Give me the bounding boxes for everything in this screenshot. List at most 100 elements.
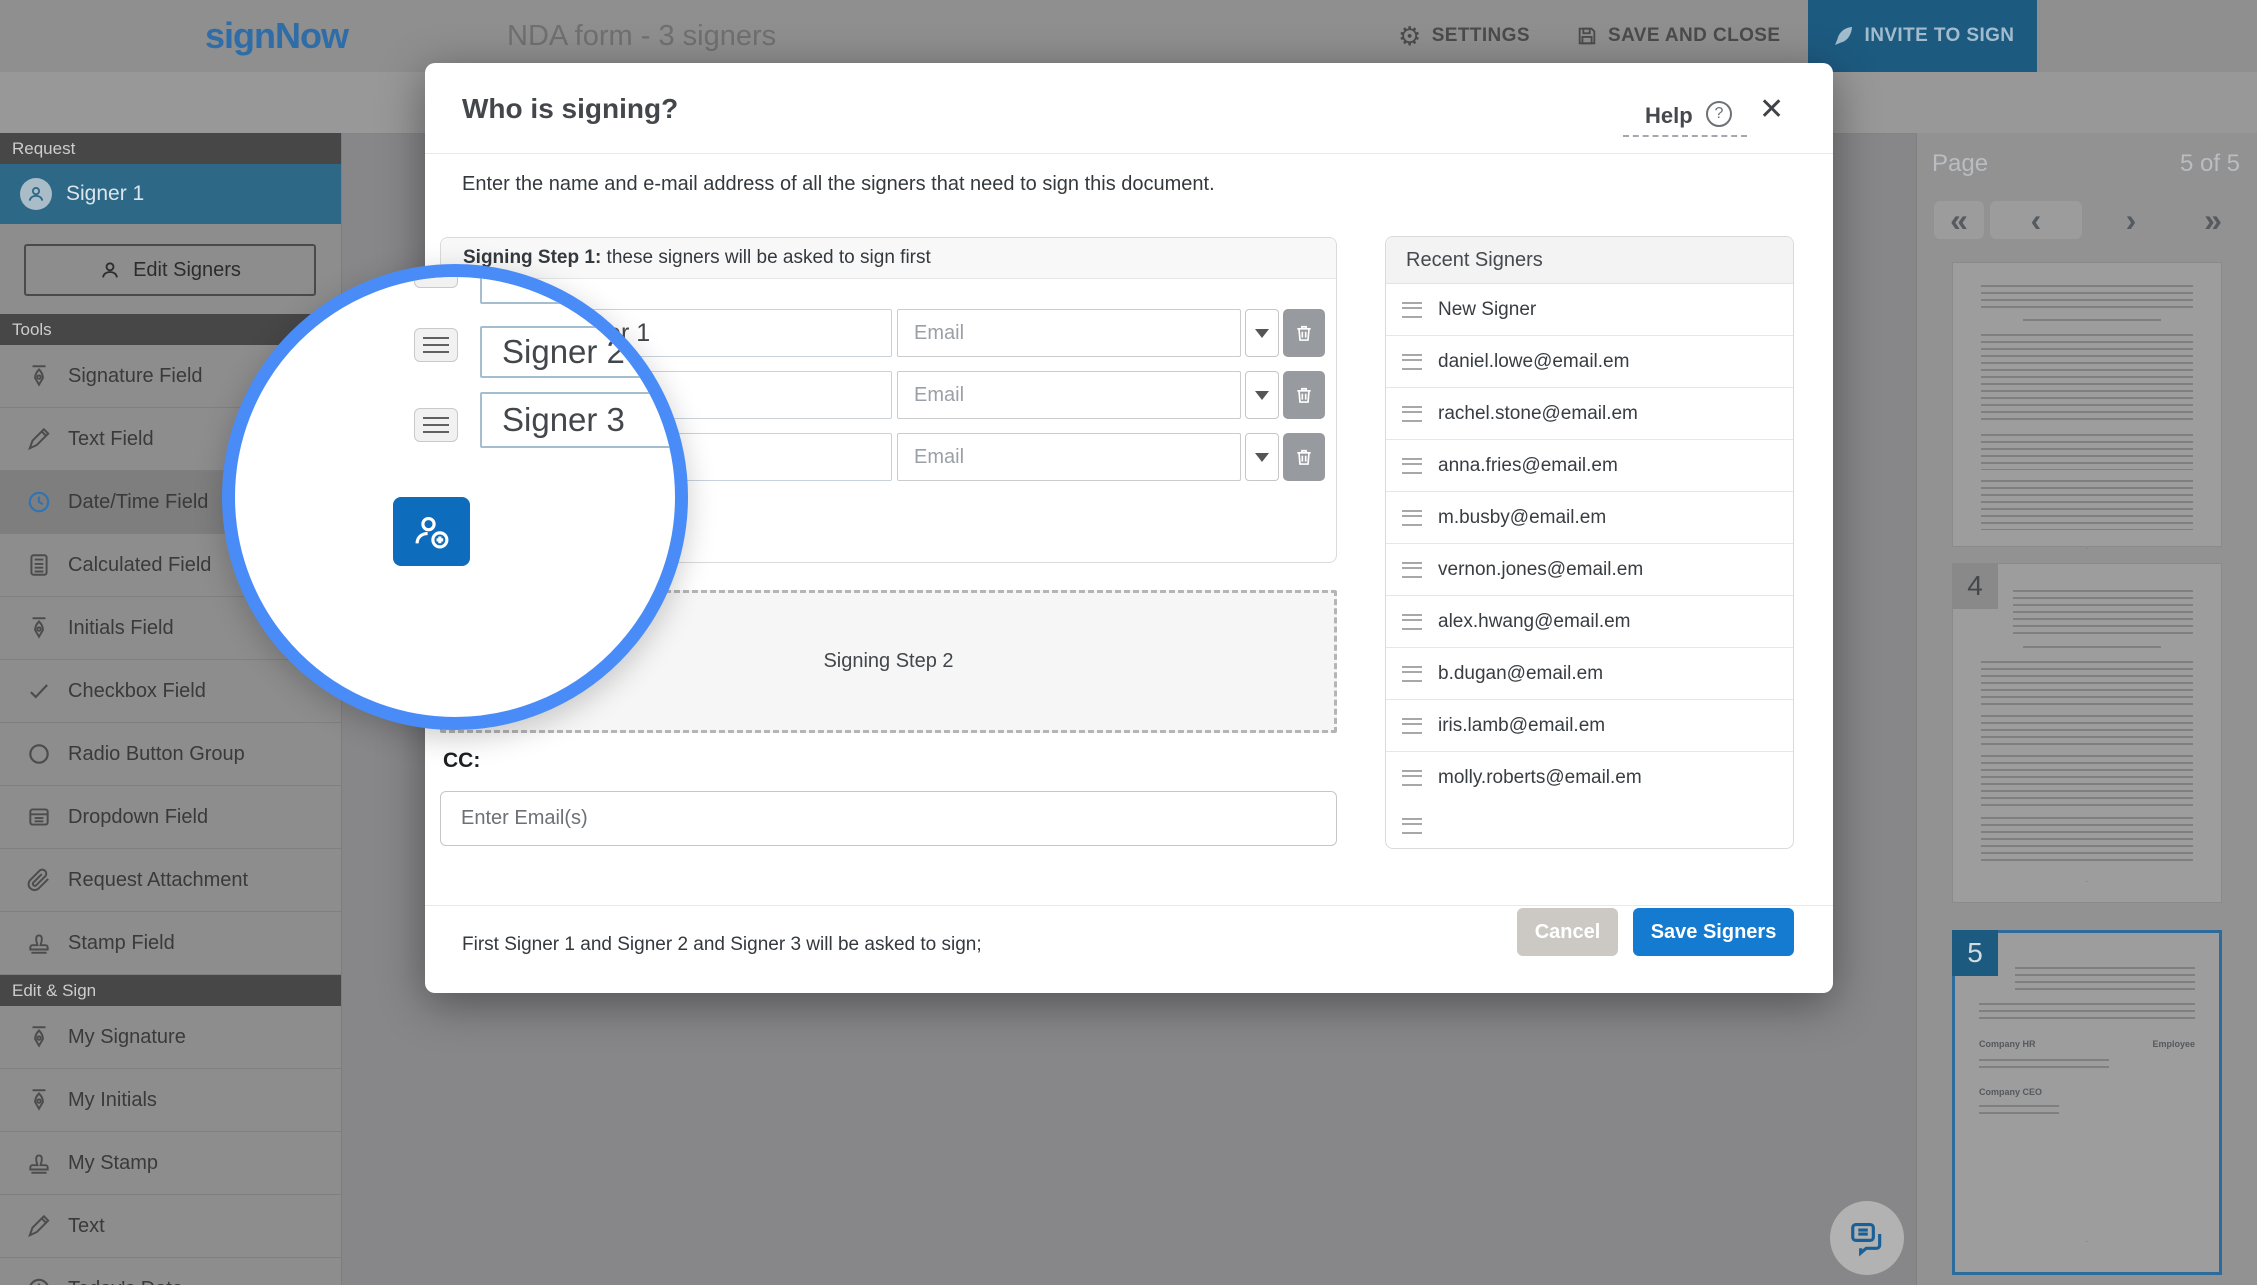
check-icon	[26, 678, 52, 704]
app: signNow NDA form - 3 signers ⚙ SETTINGS …	[0, 0, 2257, 1285]
delete-signer-button[interactable]	[1283, 433, 1325, 481]
cc-label: CC:	[443, 749, 481, 772]
trash-icon	[1297, 449, 1311, 465]
quill-icon	[1831, 24, 1855, 48]
drag-handle-icon	[414, 277, 458, 288]
edit-signers-button[interactable]: Edit Signers	[24, 244, 316, 296]
drag-handle-icon	[1402, 561, 1422, 578]
cc-email-input[interactable]: Enter Email(s)	[440, 791, 1337, 846]
recent-signer-item[interactable]: iris.lamb@email.em	[1386, 700, 1793, 752]
section-request: Request	[0, 133, 341, 164]
page-number-badge: 5	[1952, 930, 1998, 976]
sidebar-item-my-signature[interactable]: My Signature	[0, 1006, 341, 1069]
stamp-icon	[26, 1150, 52, 1176]
email-dropdown-button[interactable]	[1245, 309, 1279, 357]
next-page-button[interactable]: ›	[2106, 201, 2156, 239]
nib-icon	[26, 363, 52, 389]
help-link[interactable]: Help	[1645, 103, 1693, 129]
recent-signer-item[interactable]: vernon.jones@email.em	[1386, 544, 1793, 596]
save-and-close-button[interactable]: SAVE AND CLOSE	[1576, 0, 1780, 72]
signnow-logo: signNow	[205, 15, 349, 56]
drag-handle-icon	[1402, 353, 1422, 370]
email-dropdown-button[interactable]	[1245, 371, 1279, 419]
sidebar-item-text[interactable]: Text	[0, 1195, 341, 1258]
pencil-icon	[26, 426, 52, 452]
feedback-chat-button[interactable]	[1830, 1201, 1904, 1275]
invite-to-sign-button[interactable]: INVITE TO SIGN	[1808, 0, 2037, 72]
footer-divider	[425, 905, 1833, 906]
delete-signer-button[interactable]	[1283, 309, 1325, 357]
help-question-icon[interactable]: ?	[1706, 101, 1732, 127]
thumb-label: Company HR	[1979, 1039, 2036, 1049]
first-page-button[interactable]: «	[1934, 201, 1984, 239]
recent-signer-item[interactable]: daniel.lowe@email.em	[1386, 336, 1793, 388]
save-signers-button[interactable]: Save Signers	[1633, 908, 1794, 956]
dialog-title: Who is signing?	[462, 93, 679, 124]
recent-signer-item[interactable]: anna.fries@email.em	[1386, 440, 1793, 492]
previous-page-button[interactable]: ‹	[1990, 201, 2082, 239]
add-signer-button[interactable]	[393, 497, 470, 566]
signer-email-input[interactable]: Email	[897, 433, 1241, 481]
recent-signer-item[interactable]: alex.hwang@email.em	[1386, 596, 1793, 648]
recent-signer-item[interactable]: rachel.stone@email.em	[1386, 388, 1793, 440]
sidebar-item-stamp-field[interactable]: Stamp Field	[0, 912, 341, 975]
close-icon[interactable]: ✕	[1759, 95, 1784, 125]
delete-signer-button[interactable]	[1283, 371, 1325, 419]
drag-handle-icon	[1402, 301, 1422, 318]
magnifier-loupe: Signer 2 1 Signer 3	[222, 264, 688, 730]
recent-signer-item[interactable]: b.dugan@email.em	[1386, 648, 1793, 700]
clock-icon	[26, 1276, 52, 1285]
recent-signers-panel: Recent Signers New Signer daniel.lowe@ema…	[1385, 236, 1794, 849]
magnified-signer-3-field: Signer 3	[480, 392, 675, 448]
cancel-button[interactable]: Cancel	[1517, 908, 1618, 956]
settings-button[interactable]: ⚙ SETTINGS	[1398, 0, 1530, 72]
signer-email-input[interactable]: Email	[897, 309, 1241, 357]
clock-icon	[26, 489, 52, 515]
last-page-button[interactable]: »	[2186, 201, 2240, 239]
nib-icon	[26, 615, 52, 641]
clip-icon	[26, 867, 52, 893]
sidebar-item-checkbox-field[interactable]: Checkbox Field	[0, 660, 341, 723]
page-number-badge: 4	[1952, 563, 1998, 609]
recent-signer-item[interactable]: New Signer	[1386, 284, 1793, 336]
left-sidebar: Request Signer 1 Edit Signers Tools Sign…	[0, 133, 342, 1285]
drag-handle-icon	[1402, 665, 1422, 682]
pencil-icon	[26, 1213, 52, 1239]
nib-icon	[26, 1087, 52, 1113]
page-thumbnail-5-selected[interactable]: 5 Company HR Employee Company CEO ·	[1952, 930, 2222, 1275]
recent-signers-title: Recent Signers	[1386, 237, 1793, 284]
dropdown-icon	[26, 804, 52, 830]
drag-handle-icon	[414, 408, 458, 442]
page-thumbnail-3[interactable]: ·	[1952, 262, 2222, 553]
page-label: Page	[1932, 150, 1989, 177]
drag-handle-icon	[1402, 717, 1422, 734]
sidebar-item-request-attachment[interactable]: Request Attachment	[0, 849, 341, 912]
sidebar-item-dropdown-field[interactable]: Dropdown Field	[0, 786, 341, 849]
chevron-down-icon	[1255, 390, 1269, 400]
drag-handle-icon	[1402, 818, 1422, 834]
drag-handle-icon	[414, 328, 458, 362]
sidebar-item-radio-button-group[interactable]: Radio Button Group	[0, 723, 341, 786]
chevron-down-icon	[1255, 452, 1269, 462]
sidebar-item-today-s-date[interactable]: Today's Date	[0, 1258, 341, 1285]
section-edit-and-sign: Edit & Sign	[0, 975, 341, 1006]
sidebar-item-my-initials[interactable]: My Initials	[0, 1069, 341, 1132]
signing-order-note: First Signer 1 and Signer 2 and Signer 3…	[462, 934, 982, 955]
sidebar-item-my-stamp[interactable]: My Stamp	[0, 1132, 341, 1195]
radio-icon	[26, 741, 52, 767]
signer-1-text-fragment: 1	[621, 318, 634, 344]
trash-icon	[1297, 325, 1311, 341]
drag-handle-icon	[1402, 770, 1422, 786]
recent-signer-item[interactable]: m.busby@email.em	[1386, 492, 1793, 544]
signer-email-input[interactable]: Email	[897, 371, 1241, 419]
email-dropdown-button[interactable]	[1245, 433, 1279, 481]
gear-icon: ⚙	[1398, 21, 1422, 51]
page-thumbnail-4[interactable]: 4 ·	[1952, 563, 2222, 903]
drag-handle-icon	[1402, 613, 1422, 630]
magnified-signer-2-field: Signer 2	[480, 326, 675, 378]
recent-signer-empty-row[interactable]	[1386, 804, 1793, 848]
header-divider	[425, 153, 1833, 154]
recent-signer-item[interactable]: molly.roberts@email.em	[1386, 752, 1793, 804]
sidebar-item-signer-1[interactable]: Signer 1	[0, 164, 341, 224]
drag-handle-icon	[1402, 509, 1422, 526]
